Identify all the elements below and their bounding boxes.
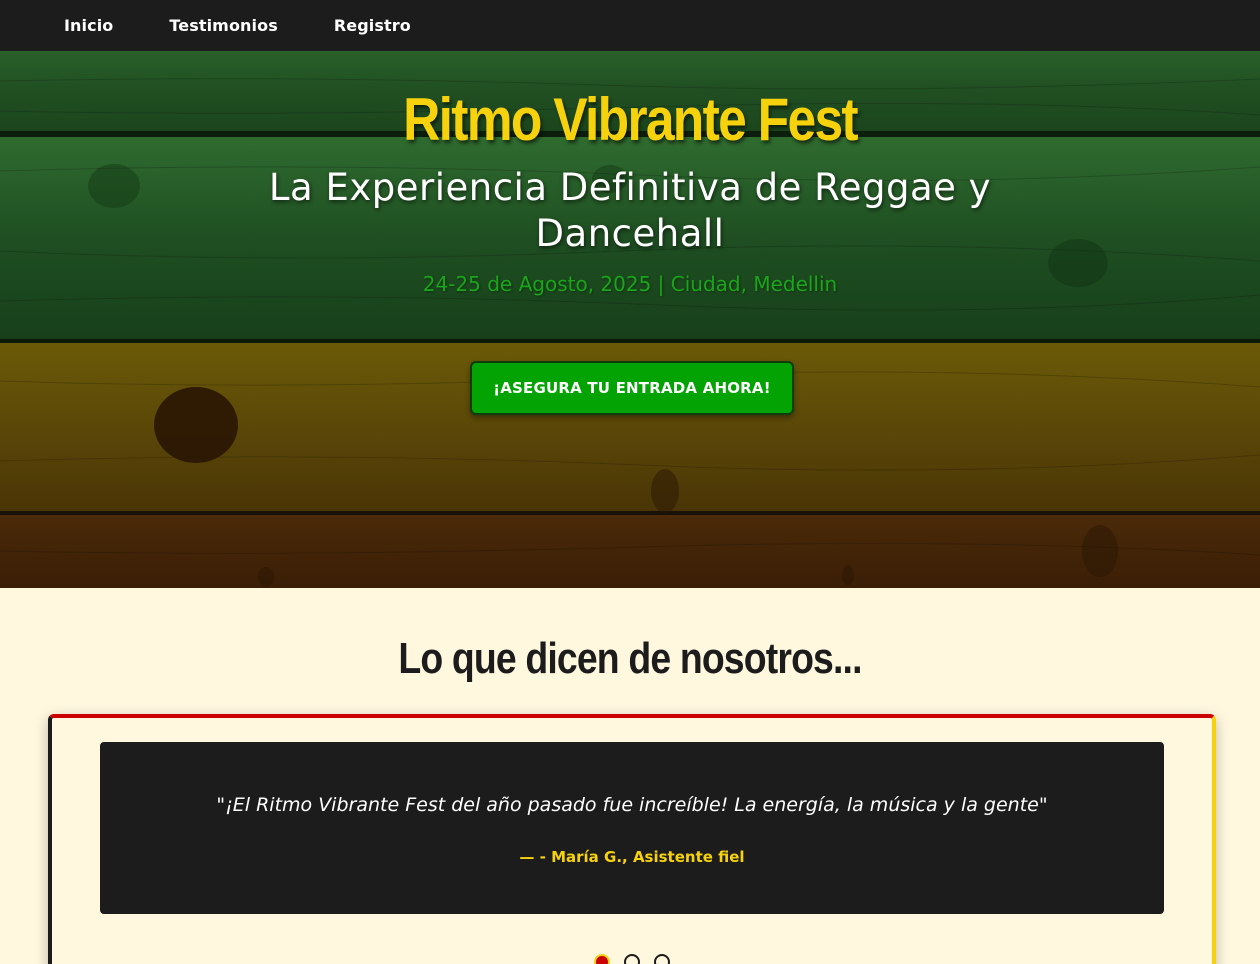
nav-link-testimonios[interactable]: Testimonios: [169, 16, 277, 35]
hero-title: Ritmo Vibrante Fest: [403, 86, 859, 153]
buy-ticket-button[interactable]: ¡ASEGURA TU ENTRADA AHORA!: [470, 361, 794, 415]
testimonials-heading: Lo que dicen de nosotros...: [398, 634, 862, 683]
testimonial-slide: "¡El Ritmo Vibrante Fest del año pasado …: [100, 742, 1164, 914]
carousel-dot-1[interactable]: [594, 954, 610, 964]
nav-link-registro[interactable]: Registro: [334, 16, 411, 35]
hero-subtitle: La Experiencia Definitiva de Reggae y Da…: [268, 166, 992, 255]
event-date-location: 24-25 de Agosto, 2025 | Ciudad, Medellin: [422, 272, 838, 296]
top-navbar: Inicio Testimonios Registro: [0, 0, 1260, 51]
testimonials-carousel: "¡El Ritmo Vibrante Fest del año pasado …: [48, 714, 1216, 964]
carousel-dot-2[interactable]: [624, 954, 640, 964]
hero-section: Ritmo Vibrante Fest La Experiencia Defin…: [0, 51, 1260, 588]
nav-link-inicio[interactable]: Inicio: [64, 16, 113, 35]
carousel-indicators: [52, 954, 1212, 964]
carousel-dot-3[interactable]: [654, 954, 670, 964]
testimonial-quote: "¡El Ritmo Vibrante Fest del año pasado …: [216, 794, 1048, 816]
testimonial-author: — - María G., Asistente fiel: [519, 848, 745, 866]
